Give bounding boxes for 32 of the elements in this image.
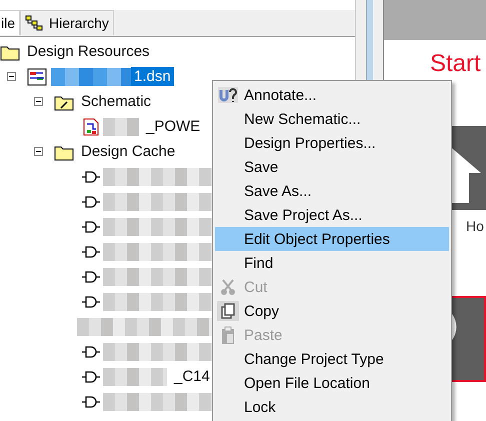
design-file-icon: [27, 68, 47, 86]
tab[interactable]: Hierarchy: [20, 10, 114, 35]
menu-item[interactable]: Change Project Type: [215, 347, 449, 371]
tree-item[interactable]: _POWE: [143, 117, 204, 136]
menu-item[interactable]: Find: [215, 251, 449, 275]
collapse-icon[interactable]: [34, 147, 43, 156]
tile-label: Ho: [466, 218, 485, 234]
menu-item[interactable]: Copy: [215, 299, 449, 323]
menu-item[interactable]: Open File Location: [215, 371, 449, 395]
menu-item[interactable]: Edit Object Properties: [215, 227, 449, 251]
start-page-title: Start: [430, 50, 482, 78]
blurred-text: [103, 118, 139, 136]
blurred-text: [103, 368, 167, 386]
collapse-icon[interactable]: [7, 72, 16, 81]
tree-item[interactable]: Schematic: [78, 92, 154, 111]
menu-item[interactable]: Design Properties...: [215, 131, 449, 155]
menu-item[interactable]: Save As...: [215, 179, 449, 203]
menu-item[interactable]: Annotate...: [215, 83, 449, 107]
copy-icon: [217, 301, 239, 321]
tree-item[interactable]: _C14: [171, 367, 213, 386]
tree-item[interactable]: Design Cache: [78, 142, 178, 161]
menu-item[interactable]: Save: [215, 155, 449, 179]
hierarchy-icon: [25, 15, 44, 31]
tab[interactable]: ile: [0, 10, 20, 35]
tree-item[interactable]: 1.dsn: [131, 67, 174, 86]
schematic-page-icon: [81, 118, 101, 136]
menu-item[interactable]: Save Project As...: [215, 203, 449, 227]
menu-item[interactable]: New Schematic...: [215, 107, 449, 131]
collapse-icon[interactable]: [34, 97, 43, 106]
menu-item[interactable]: Lock: [215, 395, 449, 419]
annotate-icon: [217, 85, 239, 105]
tree-item[interactable]: Design Resources: [24, 42, 153, 61]
